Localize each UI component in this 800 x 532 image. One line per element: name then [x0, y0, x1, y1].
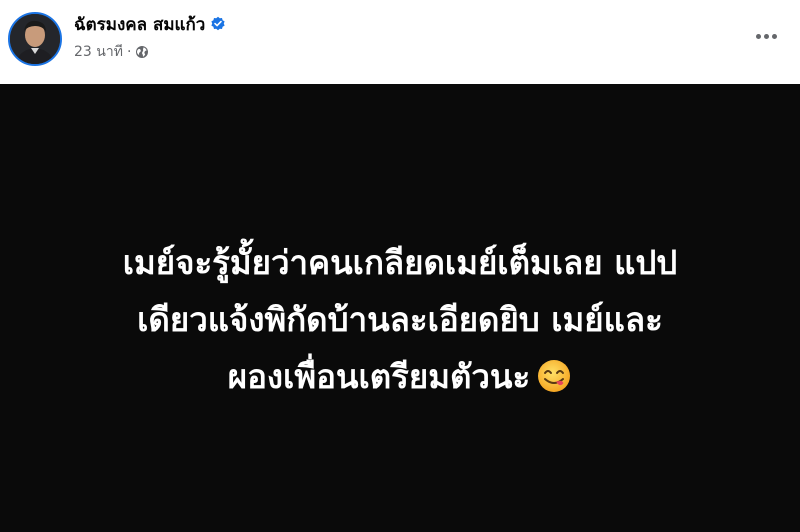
more-options-icon-dot — [755, 33, 761, 39]
more-options-icon-dot — [771, 33, 777, 39]
post-text-line-content: ผองเพื่อนเตรียมตัวนะ — [227, 357, 531, 396]
verified-badge-icon — [210, 16, 226, 32]
post-meta: 23 นาที · — [74, 42, 149, 62]
post-text-line: เดียวแจ้งพิกัดบ้านละเอียดยิบ เมย์และ — [137, 300, 663, 339]
facebook-post: ฉัตรมงคล สมแก้ว 23 นาที · เมย์จะรู้มั้ยว… — [0, 0, 800, 532]
author-row: ฉัตรมงคล สมแก้ว — [74, 12, 226, 36]
post-text: เมย์จะรู้มั้ยว่าคนเกลียดเมย์เต็มเลย แปป … — [0, 234, 800, 405]
smiling-face-savoring-food-emoji-icon — [536, 354, 572, 392]
post-text-line-last: ผองเพื่อนเตรียมตัวนะ — [0, 348, 800, 405]
meta-separator: · — [126, 44, 132, 60]
post-content-background: เมย์จะรู้มั้ยว่าคนเกลียดเมย์เต็มเลย แปป … — [0, 84, 800, 532]
author-avatar[interactable] — [8, 12, 62, 66]
more-options-button[interactable] — [748, 22, 784, 50]
author-name[interactable]: ฉัตรมงคล สมแก้ว — [74, 11, 205, 38]
post-header: ฉัตรมงคล สมแก้ว 23 นาที · — [0, 0, 800, 84]
post-timestamp[interactable]: 23 นาที — [74, 41, 123, 63]
globe-icon[interactable] — [135, 45, 149, 59]
more-options-icon-dot — [763, 33, 769, 39]
avatar-image — [10, 14, 60, 64]
post-text-line: เมย์จะรู้มั้ยว่าคนเกลียดเมย์เต็มเลย แปป — [122, 243, 678, 282]
